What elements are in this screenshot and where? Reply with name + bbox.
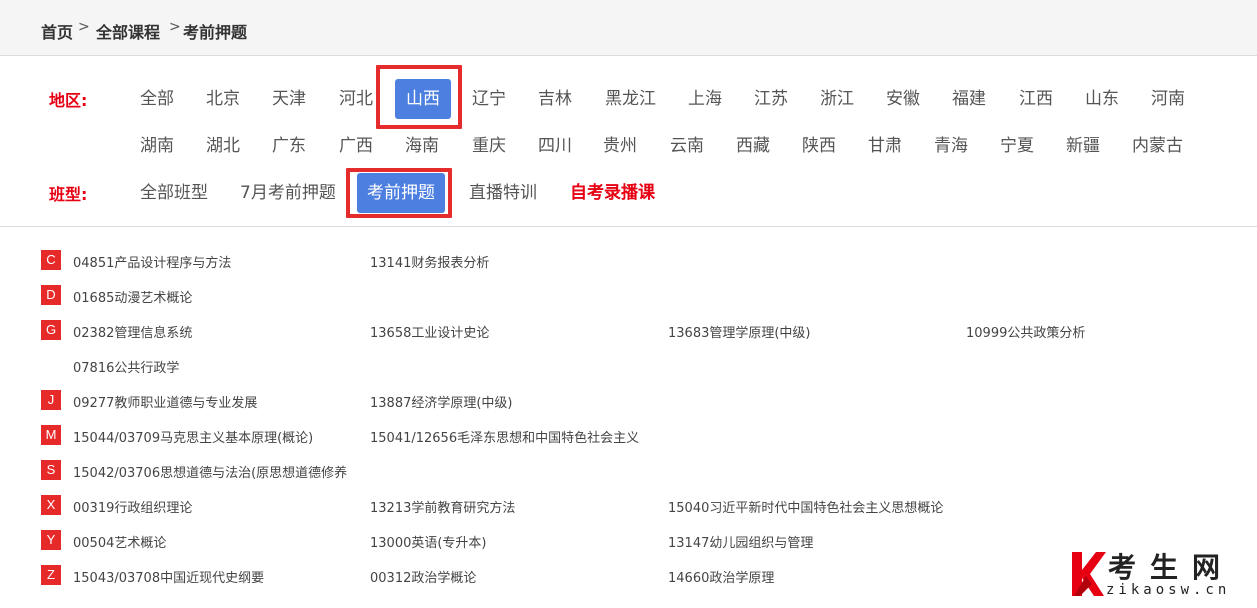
- course-link[interactable]: 13658工业设计史论: [370, 322, 489, 341]
- course-link[interactable]: 15044/03709马克思主义基本原理(概论): [73, 427, 313, 446]
- region-option[interactable]: 湖北: [206, 126, 240, 166]
- breadcrumb-home-link[interactable]: 首页: [41, 19, 73, 43]
- course-link[interactable]: 13000英语(专升本): [370, 532, 487, 551]
- region-option[interactable]: 宁夏: [1000, 126, 1034, 166]
- course-link[interactable]: 04851产品设计程序与方法: [73, 252, 231, 271]
- section-divider: [0, 226, 1257, 227]
- region-option[interactable]: 贵州: [603, 126, 637, 166]
- letter-index-badge: G: [41, 320, 61, 340]
- course-link[interactable]: 13213学前教育研究方法: [370, 497, 515, 516]
- region-option[interactable]: 西藏: [736, 126, 770, 166]
- region-option[interactable]: 辽宁: [472, 79, 506, 119]
- region-option[interactable]: 青海: [934, 126, 968, 166]
- region-option[interactable]: 新疆: [1066, 126, 1100, 166]
- region-option[interactable]: 重庆: [472, 126, 506, 166]
- region-option[interactable]: 四川: [538, 126, 572, 166]
- region-option[interactable]: 甘肃: [868, 126, 902, 166]
- letter-index-badge: Y: [41, 530, 61, 550]
- region-option[interactable]: 广西: [339, 126, 373, 166]
- course-link[interactable]: 01685动漫艺术概论: [73, 287, 192, 306]
- region-filter-label: 地区:: [49, 91, 88, 110]
- logo-cn-text: 考生网: [1108, 551, 1235, 584]
- region-option[interactable]: 湖南: [140, 126, 174, 166]
- region-option[interactable]: 江苏: [754, 79, 788, 119]
- region-option[interactable]: 内蒙古: [1132, 126, 1183, 166]
- course-link[interactable]: 00504艺术概论: [73, 532, 166, 551]
- letter-index-badge: S: [41, 460, 61, 480]
- letter-index-badge: M: [41, 425, 61, 445]
- region-option[interactable]: 江西: [1019, 79, 1053, 119]
- course-link[interactable]: 13141财务报表分析: [370, 252, 489, 271]
- course-link[interactable]: 14660政治学原理: [668, 567, 774, 586]
- region-option[interactable]: 河北: [339, 79, 373, 119]
- class-type-option[interactable]: 7月考前押题: [240, 173, 336, 213]
- course-link[interactable]: 10999公共政策分析: [966, 322, 1085, 341]
- course-link[interactable]: 00319行政组织理论: [73, 497, 192, 516]
- class-type-option[interactable]: 直播特训: [469, 173, 537, 213]
- course-link[interactable]: 15040习近平新时代中国特色社会主义思想概论: [668, 497, 943, 516]
- course-link[interactable]: 00312政治学概论: [370, 567, 476, 586]
- region-option[interactable]: 天津: [272, 79, 306, 119]
- breadcrumb-separator: >: [169, 19, 181, 35]
- course-link[interactable]: 15043/03708中国近现代史纲要: [73, 567, 264, 586]
- region-option[interactable]: 浙江: [820, 79, 854, 119]
- region-option[interactable]: 山东: [1085, 79, 1119, 119]
- class-type-filter-label: 班型:: [49, 185, 88, 204]
- region-option[interactable]: 北京: [206, 79, 240, 119]
- region-option[interactable]: 吉林: [538, 79, 572, 119]
- breadcrumb-separator: >: [78, 19, 90, 35]
- zikaosw-logo: 考生网 zikaosw.cn: [1070, 548, 1250, 604]
- region-option[interactable]: 陕西: [802, 126, 836, 166]
- course-link[interactable]: 09277教师职业道德与专业发展: [73, 392, 257, 411]
- letter-index-badge: J: [41, 390, 61, 410]
- region-option[interactable]: 广东: [272, 126, 306, 166]
- region-option[interactable]: 安徽: [886, 79, 920, 119]
- course-link[interactable]: 13147幼儿园组织与管理: [668, 532, 813, 551]
- course-link[interactable]: 02382管理信息系统: [73, 322, 192, 341]
- region-selection-highlight-box: [376, 65, 462, 129]
- region-option[interactable]: 上海: [688, 79, 722, 119]
- course-link[interactable]: 07816公共行政学: [73, 357, 179, 376]
- region-option[interactable]: 全部: [140, 79, 174, 119]
- region-option[interactable]: 云南: [670, 126, 704, 166]
- letter-index-badge: Z: [41, 565, 61, 585]
- breadcrumb-all-courses-link[interactable]: 全部课程: [96, 19, 160, 43]
- breadcrumb-current: 考前押题: [183, 23, 248, 42]
- course-link[interactable]: 13683管理学原理(中级): [668, 322, 811, 341]
- course-link[interactable]: 13887经济学原理(中级): [370, 392, 513, 411]
- region-option[interactable]: 黑龙江: [605, 79, 656, 119]
- logo-en-text: zikaosw.cn: [1106, 582, 1231, 598]
- k-logo-icon: [1072, 552, 1106, 596]
- letter-index-badge: X: [41, 495, 61, 515]
- class-type-option[interactable]: 全部班型: [140, 173, 208, 213]
- letter-index-badge: D: [41, 285, 61, 305]
- class-type-selection-highlight-box: [346, 168, 452, 218]
- course-link[interactable]: 15042/03706思想道德与法治(原思想道德修养: [73, 462, 347, 481]
- course-link[interactable]: 15041/12656毛泽东思想和中国特色社会主义: [370, 427, 639, 446]
- letter-index-badge: C: [41, 250, 61, 270]
- class-type-option[interactable]: 自考录播课: [570, 173, 655, 213]
- region-option[interactable]: 福建: [952, 79, 986, 119]
- region-option[interactable]: 海南: [405, 126, 439, 166]
- breadcrumb: 首页 > 全部课程 > 考前押题: [0, 0, 1257, 56]
- region-option[interactable]: 河南: [1151, 79, 1185, 119]
